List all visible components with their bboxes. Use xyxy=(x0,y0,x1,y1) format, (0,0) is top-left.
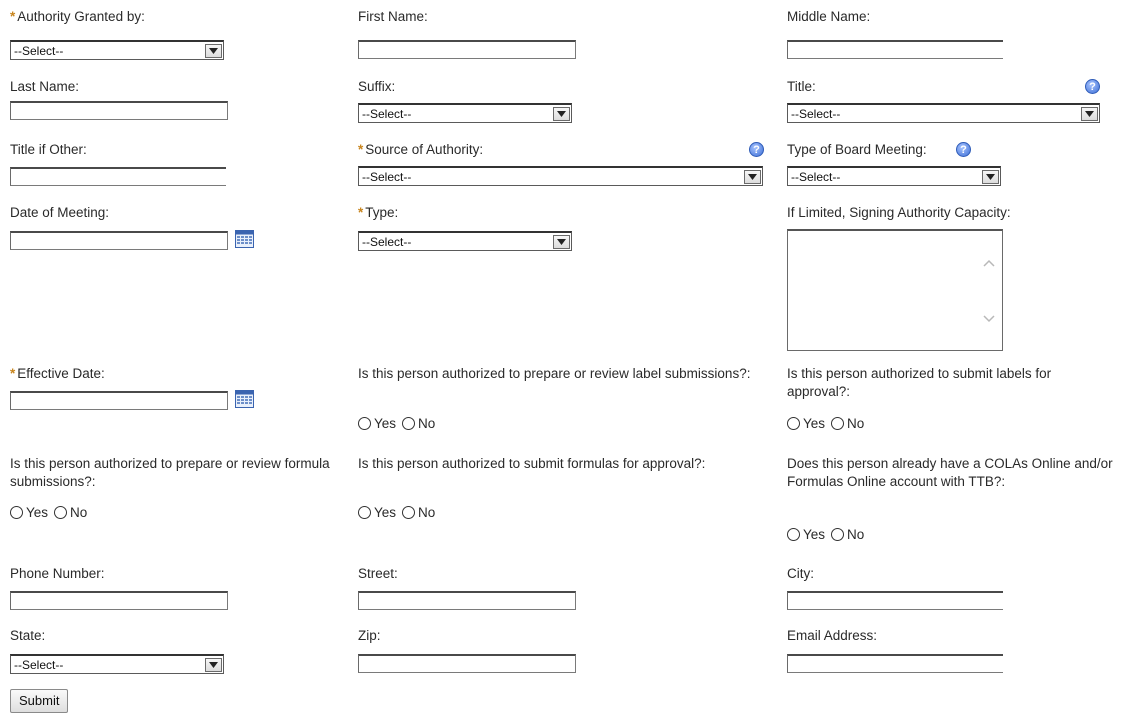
type-of-board-meeting-select[interactable]: --Select-- xyxy=(787,166,1001,186)
chevron-down-icon xyxy=(205,657,222,672)
submit-button[interactable]: Submit xyxy=(10,689,69,713)
first-name-label: First Name: xyxy=(358,9,428,24)
city-field[interactable] xyxy=(787,591,1003,610)
state-select[interactable]: --Select-- xyxy=(10,654,224,674)
email-address-label: Email Address: xyxy=(787,628,878,643)
last-name-label: Last Name: xyxy=(10,79,80,94)
yes-radio[interactable] xyxy=(787,528,800,541)
submit-formulas-radio-group: Yes No xyxy=(358,505,441,520)
help-icon[interactable]: ? xyxy=(956,142,971,157)
yes-radio[interactable] xyxy=(358,417,371,430)
submit-labels-question: Is this person authorized to submit labe… xyxy=(787,366,1052,399)
prepare-formula-radio-group: Yes No xyxy=(10,505,93,520)
submit-labels-radio-group: Yes No xyxy=(787,416,870,431)
zip-field[interactable] xyxy=(358,654,576,673)
type-select[interactable]: --Select-- xyxy=(358,231,572,251)
no-radio[interactable] xyxy=(54,506,68,519)
no-radio[interactable] xyxy=(831,417,845,430)
cola-account-question: Does this person already have a COLAs On… xyxy=(787,456,1113,489)
date-of-meeting-label: Date of Meeting: xyxy=(10,205,110,220)
suffix-select[interactable]: --Select-- xyxy=(358,103,572,123)
phone-number-label: Phone Number: xyxy=(10,566,105,581)
effective-date-field[interactable] xyxy=(10,391,228,410)
source-of-authority-select[interactable]: --Select-- xyxy=(358,166,763,186)
type-of-board-meeting-label: Type of Board Meeting: xyxy=(787,142,927,157)
chevron-up-icon[interactable] xyxy=(983,259,995,267)
first-name-field[interactable] xyxy=(358,40,576,59)
chevron-down-icon xyxy=(553,106,570,121)
no-radio[interactable] xyxy=(831,528,845,541)
signing-authority-capacity-textarea[interactable] xyxy=(787,229,1003,351)
calendar-icon[interactable] xyxy=(235,230,254,248)
yes-radio[interactable] xyxy=(358,506,371,519)
street-field[interactable] xyxy=(358,591,576,610)
prepare-label-radio-group: Yes No xyxy=(358,416,441,431)
last-name-field[interactable] xyxy=(10,101,228,120)
date-of-meeting-field[interactable] xyxy=(10,231,228,250)
street-label: Street: xyxy=(358,566,398,581)
state-label: State: xyxy=(10,628,46,643)
chevron-down-icon[interactable] xyxy=(983,315,995,323)
scrollbar[interactable] xyxy=(976,231,1002,350)
authority-granted-by-label: * Authority Granted by: xyxy=(10,9,145,24)
prepare-formula-question: Is this person authorized to prepare or … xyxy=(10,456,330,489)
prepare-label-question: Is this person authorized to prepare or … xyxy=(358,366,751,381)
title-select[interactable]: --Select-- xyxy=(787,103,1100,123)
chevron-down-icon xyxy=(744,169,761,184)
suffix-label: Suffix: xyxy=(358,79,396,94)
no-radio[interactable] xyxy=(402,417,416,430)
middle-name-field[interactable] xyxy=(787,40,1003,59)
yes-radio[interactable] xyxy=(10,506,23,519)
help-icon[interactable]: ? xyxy=(749,142,764,157)
chevron-down-icon xyxy=(553,234,570,249)
type-label: * Type: xyxy=(358,205,399,220)
chevron-down-icon xyxy=(982,169,999,184)
cola-account-radio-group: Yes No xyxy=(787,527,870,542)
middle-name-label: Middle Name: xyxy=(787,9,871,24)
yes-radio[interactable] xyxy=(787,417,800,430)
email-address-field[interactable] xyxy=(787,654,1003,673)
phone-number-field[interactable] xyxy=(10,591,228,610)
authority-granted-by-select[interactable]: --Select-- xyxy=(10,40,224,60)
zip-label: Zip: xyxy=(358,628,381,643)
source-of-authority-label: * Source of Authority: xyxy=(358,142,484,157)
help-icon[interactable]: ? xyxy=(1085,79,1100,94)
title-if-other-label: Title if Other: xyxy=(10,142,87,157)
calendar-icon[interactable] xyxy=(235,390,254,408)
signing-authority-capacity-label: If Limited, Signing Authority Capacity: xyxy=(787,205,1011,220)
submit-formulas-question: Is this person authorized to submit form… xyxy=(358,456,706,471)
no-radio[interactable] xyxy=(402,506,416,519)
title-if-other-field[interactable] xyxy=(10,167,226,186)
chevron-down-icon xyxy=(205,43,222,58)
chevron-down-icon xyxy=(1081,106,1098,121)
city-label: City: xyxy=(787,566,814,581)
effective-date-label: * Effective Date: xyxy=(10,366,105,381)
title-label: Title: xyxy=(787,79,816,94)
